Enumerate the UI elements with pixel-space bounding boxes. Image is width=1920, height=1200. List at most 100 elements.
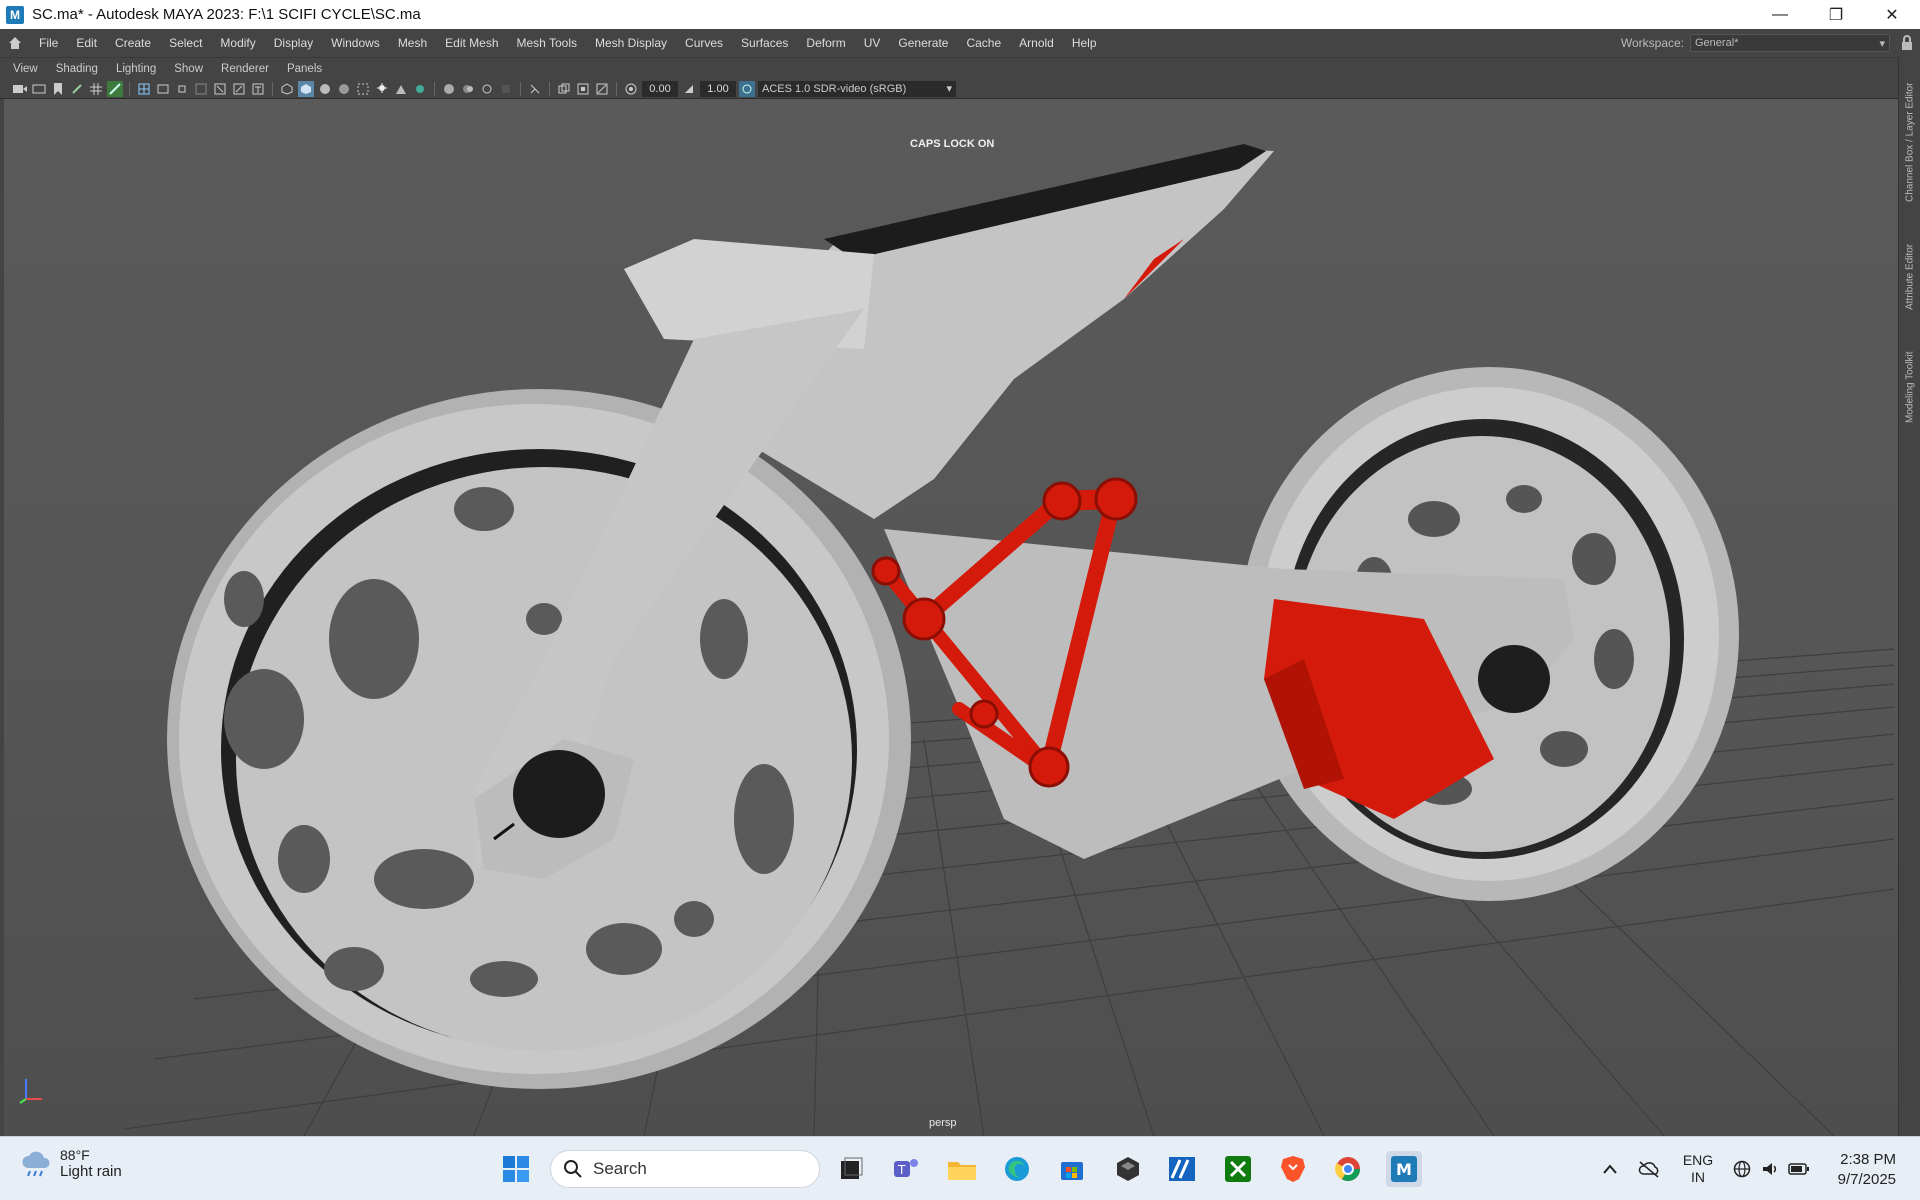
exposure-icon[interactable] [623,81,639,97]
menu-curves[interactable]: Curves [676,36,732,50]
image-plane-icon[interactable] [69,81,85,97]
xray-icon[interactable] [498,81,514,97]
taskbar-search[interactable]: Search [550,1150,820,1188]
taskbar-clock[interactable]: 2:38 PM 9/7/2025 [1838,1150,1896,1190]
camera-attributes-icon[interactable] [31,81,47,97]
panel-menu-panels[interactable]: Panels [278,63,331,75]
tab-channel-box[interactable]: Channel Box / Layer Editor [1899,67,1920,217]
weather-widget[interactable]: 88°F Light rain [20,1147,122,1180]
menu-mesh-tools[interactable]: Mesh Tools [508,36,586,50]
workspace-value: General* [1695,37,1739,49]
menu-select[interactable]: Select [160,36,211,50]
toolbar-divider [549,81,550,96]
teams-icon[interactable]: T [888,1151,924,1187]
minimize-button[interactable]: — [1752,0,1808,29]
edge-browser-icon[interactable] [999,1151,1035,1187]
resolution-gate-icon[interactable] [107,80,123,97]
default-lighting-icon[interactable] [317,81,333,97]
panel-menu-shading[interactable]: Shading [47,63,107,75]
panel-menu-show[interactable]: Show [165,63,212,75]
menu-create[interactable]: Create [106,36,160,50]
menu-file[interactable]: File [30,36,67,50]
smooth-shade-icon[interactable] [298,80,314,97]
depth-of-field-icon[interactable] [460,81,476,97]
network-globe-icon[interactable] [1730,1151,1754,1187]
menu-uv[interactable]: UV [855,36,890,50]
menu-generate[interactable]: Generate [889,36,957,50]
azure-icon[interactable] [1164,1151,1200,1187]
window-title: SC.ma* - Autodesk MAYA 2023: F:\1 SCIFI … [32,6,421,23]
restore-button[interactable]: ❐ [1808,0,1864,29]
menu-edit[interactable]: Edit [67,36,106,50]
text-overlay-icon[interactable] [250,81,266,97]
camera-select-icon[interactable] [12,81,28,97]
tab-attribute-editor[interactable]: Attribute Editor [1899,227,1920,327]
film-gate-icon[interactable] [155,81,171,97]
speaker-icon[interactable] [1758,1151,1782,1187]
windows-start-icon[interactable] [498,1151,534,1187]
show-hidden-icons-chevron-up-icon[interactable] [1598,1151,1622,1187]
overscan-icon[interactable] [575,81,591,97]
ambient-occlusion-icon[interactable] [393,81,409,97]
safe-action-icon[interactable] [174,81,190,97]
frame-selection-icon[interactable] [594,81,610,97]
grid-toggle-icon[interactable] [88,81,104,97]
file-explorer-icon[interactable] [944,1151,980,1187]
lock-icon[interactable] [1900,35,1914,51]
main-menu-bar: File Edit Create Select Modify Display W… [0,29,1920,57]
onedrive-offline-icon[interactable] [1636,1151,1662,1187]
toolbar-divider [616,81,617,96]
menu-arnold[interactable]: Arnold [1010,36,1063,50]
close-button[interactable]: ✕ [1864,0,1920,29]
textured-icon[interactable] [336,81,352,97]
color-space-dropdown[interactable]: ACES 1.0 SDR-video (sRGB) ▾ [758,80,956,97]
menu-surfaces[interactable]: Surfaces [732,36,797,50]
color-management-icon[interactable] [739,80,755,97]
exposure-field[interactable]: 0.00 [642,80,678,97]
zoom-icon[interactable] [231,81,247,97]
xray-joints-icon[interactable] [527,81,543,97]
gamma-field[interactable]: 1.00 [700,80,736,97]
menu-display[interactable]: Display [265,36,322,50]
field-chart-icon[interactable] [193,81,209,97]
gate-mask-icon[interactable] [556,81,572,97]
home-icon[interactable] [0,36,30,50]
xbox-icon[interactable] [1220,1151,1256,1187]
antialiasing-icon[interactable] [441,81,457,97]
task-view-icon[interactable] [833,1151,869,1187]
menu-mesh-display[interactable]: Mesh Display [586,36,676,50]
menu-cache[interactable]: Cache [957,36,1010,50]
motion-blur-icon[interactable] [412,81,428,97]
maya-taskbar-icon[interactable]: M [1386,1151,1422,1187]
bookmark-icon[interactable] [50,81,66,97]
panel-menu-lighting[interactable]: Lighting [107,63,165,75]
windows-taskbar: 88°F Light rain Search T M ENG IN 2:38 P… [0,1136,1920,1200]
wireframe-icon[interactable] [136,81,152,97]
menu-modify[interactable]: Modify [211,36,264,50]
menu-help[interactable]: Help [1063,36,1106,50]
panel-menu-renderer[interactable]: Renderer [212,63,278,75]
perspective-viewport[interactable]: CAPS LOCK ON persp [4,99,1898,1136]
microsoft-store-icon[interactable] [1054,1151,1090,1187]
shadows-icon[interactable] [374,81,390,97]
tab-modeling-toolkit[interactable]: Modeling Toolkit [1899,337,1920,437]
wireframe-shading-icon[interactable] [279,81,295,97]
search-placeholder: Search [593,1159,647,1178]
brave-browser-icon[interactable] [1275,1151,1311,1187]
maya-app-icon[interactable]: M [6,5,24,24]
isolate-select-icon[interactable] [479,81,495,97]
use-all-lights-icon[interactable] [355,81,371,97]
gamma-icon[interactable] [681,81,697,97]
panel-menu-view[interactable]: View [4,63,47,75]
unity-hub-icon[interactable] [1110,1151,1146,1187]
menu-windows[interactable]: Windows [322,36,389,50]
language-indicator[interactable]: ENG IN [1680,1151,1716,1187]
workspace-dropdown[interactable]: General* ▾ [1690,34,1890,52]
menu-edit-mesh[interactable]: Edit Mesh [436,36,507,50]
menu-mesh[interactable]: Mesh [389,36,436,50]
region-code: IN [1691,1169,1705,1185]
safe-title-icon[interactable] [212,81,228,97]
battery-icon[interactable] [1786,1151,1812,1187]
menu-deform[interactable]: Deform [797,36,854,50]
chrome-icon[interactable] [1330,1151,1366,1187]
